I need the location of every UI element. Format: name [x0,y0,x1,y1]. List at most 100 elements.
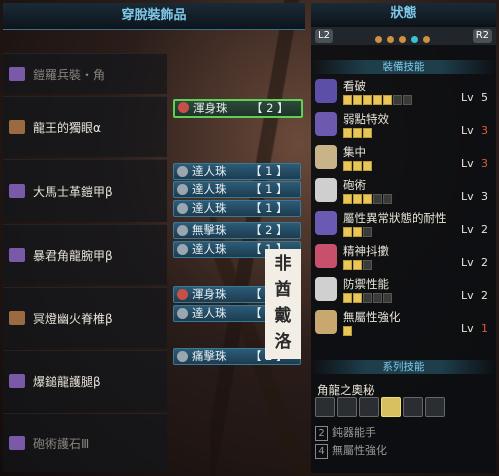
set-piece-boxes [315,397,493,417]
skill-row[interactable]: 無屬性強化 Lv 1 [315,308,493,339]
level-pip [403,95,412,105]
jewel-icon [177,351,188,362]
equipment-name: 大馬士革鎧甲β [33,185,113,199]
decoration-name: 渾身珠 [192,287,227,301]
skill-row[interactable]: 屬性異常狀態的耐性 Lv 2 [315,209,493,240]
equipment-row[interactable]: 暴君角龍腕甲β [3,224,167,285]
equipment-row[interactable]: 爆鎚龍護腿β [3,350,167,411]
set-bonus-name: 鈍器能手 [332,426,376,439]
level-pip [373,95,382,105]
equipment-row[interactable]: 鎧羅兵裝・角 [3,53,167,94]
lv-label: Lv [461,190,474,203]
lv-label: Lv [461,256,474,269]
skill-row[interactable]: 防禦性能 Lv 2 [315,275,493,306]
skill-level-value: 1 [481,322,488,335]
set-piece-box [337,397,357,417]
equipment-row[interactable]: 大馬士革鎧甲β [3,159,167,222]
decoration-name: 達人珠 [192,201,227,215]
r2-button[interactable]: R2 [472,29,492,43]
jewel-icon [177,184,188,195]
level-pip [353,260,362,270]
decoration-level: 【 1 】 [250,164,288,178]
jewel-icon [177,166,188,177]
skill-level-pips [343,193,393,207]
page-dot [399,36,406,43]
skill-level-value: 5 [481,91,488,104]
skill-name: 防禦性能 [343,277,389,291]
decoration-slot[interactable]: 達人珠 【 1 】 [173,200,301,217]
decoration-name: 達人珠 [192,164,227,178]
armor-piece-icon [9,436,25,450]
page-indicator [375,32,435,46]
skill-row[interactable]: 弱點特效 Lv 3 [315,110,493,141]
skill-icon [315,145,337,169]
decoration-slot[interactable]: 渾身珠 【 2 】 [173,99,303,118]
set-bonus-count: 4 [315,444,328,459]
skill-level-pips [343,160,373,174]
skill-name: 砲術 [343,178,366,192]
armor-piece-icon [9,374,25,388]
watermark-char: 洛 [274,332,292,352]
skill-name: 集中 [343,145,366,159]
skill-level-pips [343,94,413,108]
armor-piece-icon [9,248,25,262]
level-pip [343,326,352,336]
skill-row[interactable]: 集中 Lv 3 [315,143,493,174]
status-panel: 狀態 L2 R2 裝備技能 看破 Lv 5 弱點特效 Lv 3 集中 Lv 3 砲術 Lv 3 屬性異常… [311,3,496,473]
watermark-char: 戴 [274,306,292,326]
set-bonus-row: 4 無屬性強化 [315,443,493,459]
equipment-row[interactable]: 砲術護石Ⅲ [3,413,167,472]
skill-row[interactable]: 精神抖擻 Lv 2 [315,242,493,273]
decoration-name: 無擊珠 [192,223,227,237]
jewel-icon [177,289,188,300]
skill-name: 無屬性強化 [343,310,401,324]
skill-level-pips [343,292,393,306]
set-piece-box [359,397,379,417]
jewel-icon [177,308,188,319]
decoration-level: 【 2 】 [250,223,288,237]
skill-name: 屬性異常狀態的耐性 [343,211,447,225]
level-pip [353,161,362,171]
lv-label: Lv [461,124,474,137]
equipment-row[interactable]: 龍王的獨眼α [3,96,167,157]
level-pip [343,260,352,270]
skill-icon [315,211,337,235]
skill-level-value: 2 [481,256,488,269]
l2-button[interactable]: L2 [315,29,333,43]
equipment-row[interactable]: 冥燈幽火脊椎β [3,287,167,348]
skill-icon [315,112,337,136]
armor-piece-icon [9,120,25,134]
decoration-slot[interactable]: 達人珠 【 1 】 [173,181,301,198]
level-pip [343,227,352,237]
skill-icon [315,79,337,103]
skill-name: 看破 [343,79,366,93]
status-title: 狀態 [311,3,496,25]
level-pip [343,95,352,105]
equipment-name: 砲術護石Ⅲ [33,437,90,451]
level-pip [363,194,372,204]
armor-piece-icon [9,67,25,81]
level-pip [343,293,352,303]
decoration-slot[interactable]: 達人珠 【 1 】 [173,163,301,180]
set-piece-box [403,397,423,417]
skill-level-value: 3 [481,157,488,170]
skill-level-value: 2 [481,289,488,302]
armor-piece-icon [9,311,25,325]
equip-skills-header: 裝備技能 [311,60,496,74]
skill-level-pips [343,226,373,240]
panel-title: 穿脫裝飾品 [3,3,305,30]
set-bonus-name: 無屬性強化 [332,444,387,457]
set-bonus-count: 2 [315,426,328,441]
jewel-icon [177,203,188,214]
decoration-panel: 穿脫裝飾品 鎧羅兵裝・角龍王的獨眼α 大馬士革鎧甲β 暴君角龍腕甲β 冥燈幽火脊椎β 爆… [3,3,305,473]
level-pip [353,194,362,204]
equipment-name: 鎧羅兵裝・角 [33,68,106,82]
level-pip [353,95,362,105]
page-dot [375,36,382,43]
decoration-slot[interactable]: 無擊珠 【 2 】 [173,222,301,239]
skill-name: 弱點特效 [343,112,389,126]
skill-row[interactable]: 看破 Lv 5 [315,77,493,108]
decoration-name: 渾身珠 [193,101,228,115]
watermark-char: 酋 [274,280,292,300]
skill-row[interactable]: 砲術 Lv 3 [315,176,493,207]
